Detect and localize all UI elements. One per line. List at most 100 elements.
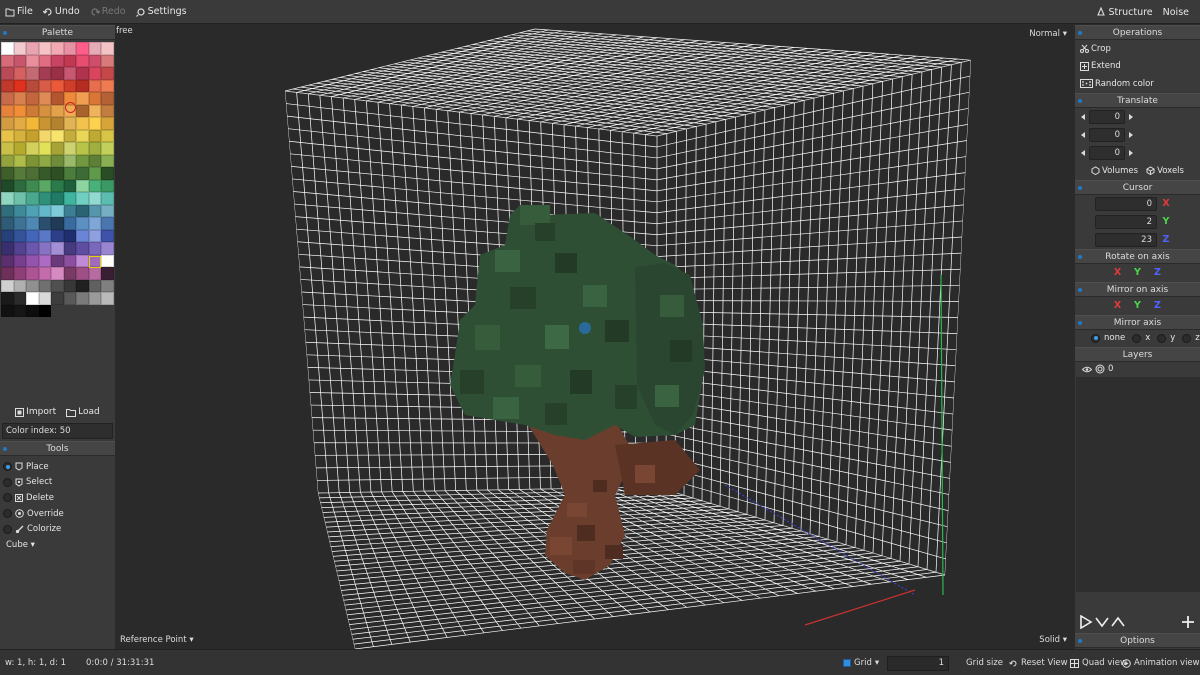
palette-swatch[interactable] (26, 79, 39, 92)
palette-swatch[interactable] (13, 192, 26, 205)
palette-swatch[interactable] (76, 117, 89, 130)
layer-row[interactable]: 0 (1076, 361, 1200, 377)
collapse-dot-icon[interactable] (3, 447, 7, 451)
palette-swatch[interactable] (88, 42, 101, 55)
palette-swatch[interactable] (63, 67, 76, 80)
cursor-x-field[interactable]: 0 (1095, 196, 1157, 211)
palette-swatch[interactable] (101, 204, 114, 217)
move-down-icon[interactable] (1095, 615, 1109, 629)
palette-swatch[interactable] (38, 179, 51, 192)
crop-button[interactable]: Crop (1075, 40, 1200, 58)
increment-arrow-icon[interactable] (1129, 131, 1133, 138)
palette-swatch[interactable] (51, 279, 64, 292)
palette-swatch[interactable] (101, 54, 114, 67)
grid-checkbox[interactable] (843, 659, 851, 667)
3d-viewport[interactable]: free Normal ▾ Reference Point ▾ Solid ▾ (115, 25, 1075, 649)
collapse-dot-icon[interactable] (3, 31, 7, 35)
palette-swatch[interactable] (88, 179, 101, 192)
palette-swatch[interactable] (88, 79, 101, 92)
tool-colorize-radio[interactable] (3, 524, 12, 534)
palette-swatch[interactable] (26, 54, 39, 67)
palette-swatch[interactable] (13, 117, 26, 130)
mirror-x-radio[interactable] (1132, 333, 1142, 343)
palette-swatch[interactable] (101, 117, 114, 130)
palette-swatch[interactable] (88, 129, 101, 142)
add-layer-icon[interactable] (1181, 615, 1195, 629)
palette-swatch[interactable] (26, 104, 39, 117)
palette-swatch[interactable] (26, 242, 39, 255)
palette-swatch[interactable] (1, 104, 14, 117)
palette-swatch[interactable] (13, 254, 26, 267)
palette-swatch[interactable] (88, 267, 101, 280)
palette-swatch[interactable] (51, 54, 64, 67)
palette-swatch[interactable] (51, 204, 64, 217)
palette-swatch[interactable] (13, 279, 26, 292)
palette-swatch[interactable] (26, 129, 39, 142)
palette-swatch[interactable] (76, 54, 89, 67)
palette-swatch[interactable] (38, 42, 51, 55)
palette-swatch[interactable] (88, 292, 101, 305)
tool-override[interactable]: Override (3, 506, 113, 522)
palette-swatch[interactable] (13, 217, 26, 230)
palette-swatch[interactable] (76, 217, 89, 230)
palette-swatch[interactable] (51, 67, 64, 80)
cursor-y-field[interactable]: 2 (1095, 214, 1157, 229)
palette-swatch[interactable] (63, 179, 76, 192)
tool-place[interactable]: Place (3, 459, 113, 475)
tool-override-radio[interactable] (3, 509, 12, 519)
palette-swatch[interactable] (1, 142, 14, 155)
palette-swatch[interactable] (1, 167, 14, 180)
palette-swatch[interactable] (63, 204, 76, 217)
random-color-button[interactable]: Random color (1075, 75, 1200, 93)
palette-swatch[interactable] (13, 167, 26, 180)
palette-swatch[interactable] (26, 254, 39, 267)
palette-swatch[interactable] (101, 192, 114, 205)
translate-y-field[interactable]: 0 (1089, 127, 1125, 142)
mirror-z-radio[interactable] (1182, 333, 1192, 343)
palette-swatch[interactable] (38, 242, 51, 255)
collapse-dot-icon[interactable] (1078, 31, 1082, 35)
palette-swatch[interactable] (76, 154, 89, 167)
palette-swatch[interactable] (76, 242, 89, 255)
palette-swatch[interactable] (13, 142, 26, 155)
palette-swatch[interactable] (76, 204, 89, 217)
collapse-dot-icon[interactable] (1078, 287, 1082, 292)
palette-swatch[interactable] (1, 129, 14, 142)
palette-swatch[interactable] (63, 142, 76, 155)
grid-toggle[interactable]: Grid ▾ (843, 650, 879, 675)
palette-swatch[interactable] (88, 242, 101, 255)
palette-swatch[interactable] (26, 204, 39, 217)
tool-select-radio[interactable] (3, 477, 12, 487)
move-up-icon[interactable] (1111, 615, 1125, 629)
palette-swatch[interactable] (101, 254, 114, 267)
render-mode-dropdown[interactable]: Normal ▾ (1029, 29, 1067, 39)
tool-delete-radio[interactable] (3, 493, 12, 503)
palette-swatch[interactable] (13, 267, 26, 280)
palette-swatch[interactable] (1, 204, 14, 217)
collapse-dot-icon[interactable] (1078, 254, 1082, 259)
palette-swatch[interactable] (101, 229, 114, 242)
mirror-y-radio[interactable] (1157, 333, 1167, 343)
undo-button[interactable]: Undo (38, 0, 85, 24)
palette-swatch[interactable] (38, 104, 51, 117)
palette-swatch[interactable] (26, 279, 39, 292)
mirror-none-radio[interactable] (1091, 333, 1100, 343)
palette-swatch[interactable] (63, 292, 76, 305)
reset-view-button[interactable]: Reset View (1009, 650, 1068, 675)
rotate-x-button[interactable]: X (1113, 267, 1123, 278)
cursor-z-field[interactable]: 23 (1095, 232, 1157, 247)
palette-swatch[interactable] (13, 54, 26, 67)
palette-swatch[interactable] (26, 92, 39, 105)
mirror-x-button[interactable]: X (1113, 300, 1123, 311)
palette-swatch[interactable] (51, 167, 64, 180)
palette-swatch[interactable] (13, 204, 26, 217)
palette-swatch[interactable] (38, 54, 51, 67)
palette-swatch[interactable] (76, 79, 89, 92)
mirror-z-button[interactable]: Z (1153, 300, 1163, 311)
palette-swatch[interactable] (38, 267, 51, 280)
load-palette-button[interactable]: Load (66, 407, 100, 417)
palette-swatch[interactable] (76, 42, 89, 55)
cursor-header[interactable]: Cursor (1075, 179, 1200, 195)
palette-swatch[interactable] (88, 279, 101, 292)
palette-swatch[interactable] (26, 267, 39, 280)
